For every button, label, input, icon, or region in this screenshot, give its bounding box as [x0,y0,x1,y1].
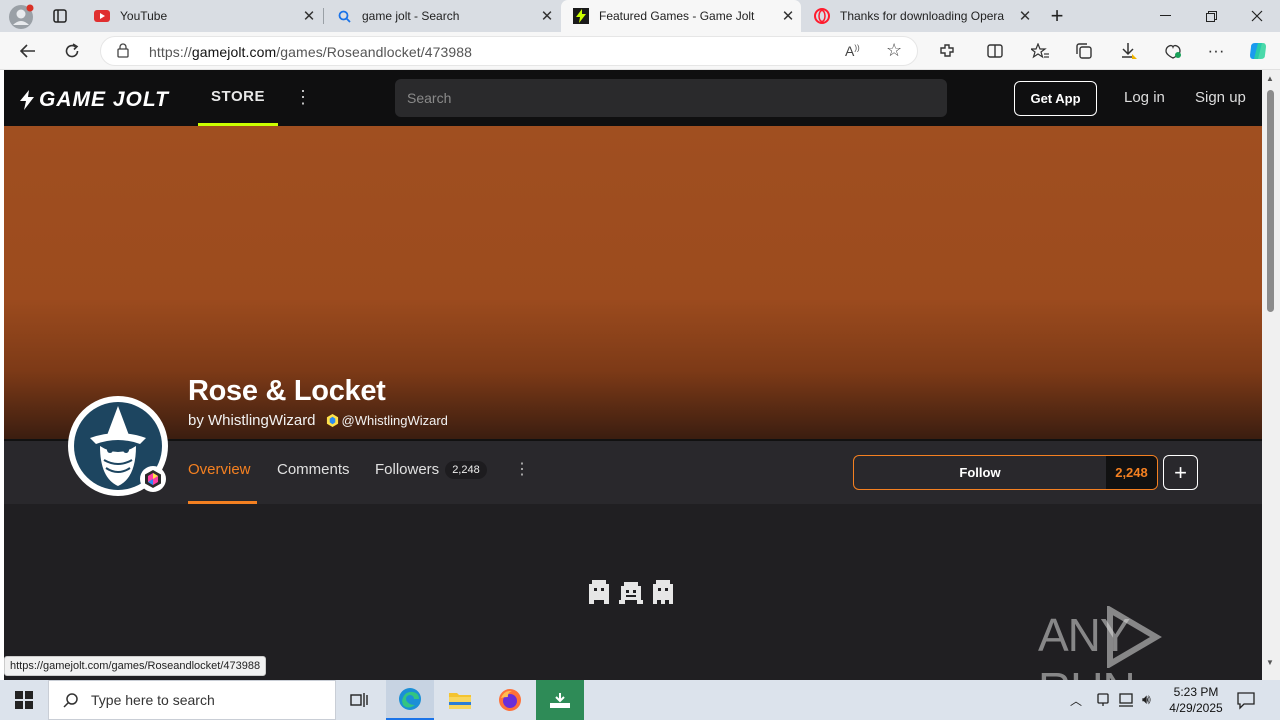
lock-icon[interactable] [117,43,129,63]
clock-date: 4/29/2025 [1169,701,1223,715]
favorite-star-icon[interactable]: ☆ [886,40,902,61]
refresh-icon[interactable] [58,37,86,65]
gamejolt-creator-badge [140,466,166,492]
tab-followers[interactable]: Followers 2,248 [375,461,487,479]
developer-name-link[interactable]: by WhistlingWizard [188,412,316,429]
hexagon-badge-icon [145,470,161,488]
search-icon [336,8,352,24]
downloads-icon[interactable] [1115,37,1143,65]
play-triangle-icon [1107,606,1162,668]
task-view-icon[interactable] [336,680,384,720]
taskbar-search-box[interactable]: Type here to search [48,680,336,720]
browser-tab-strip: YouTube ✕ game jolt - Search ✕ Featured … [0,0,1280,32]
follow-count: 2,248 [1106,456,1157,489]
url-path: /games/Roseandlocket/473988 [276,44,473,60]
clock-time: 5:23 PM [1173,685,1219,699]
close-tab-icon[interactable]: ✕ [296,7,322,25]
tab-title: game jolt - Search [362,9,460,23]
browser-toolbar: https://gamejolt.com/games/Roseandlocket… [0,32,1280,70]
show-hidden-icons-icon[interactable]: ︿ [1070,692,1082,709]
youtube-icon [94,8,110,24]
developer-handle-link[interactable]: @WhistlingWizard [326,413,448,428]
gamejolt-logo[interactable]: GAME JOLT [18,88,169,112]
edge-taskbar-icon[interactable] [386,680,434,720]
active-tab-indicator [188,501,257,504]
scroll-down-icon[interactable]: ▼ [1266,658,1274,667]
split-screen-icon[interactable] [981,37,1009,65]
close-window-icon[interactable] [1234,0,1280,32]
network-device-icon[interactable] [1095,692,1111,713]
settings-more-icon[interactable]: ··· [1202,37,1230,65]
back-icon[interactable] [14,37,42,65]
scroll-up-icon[interactable]: ▲ [1266,74,1274,83]
loading-ghosts-icon [586,578,682,613]
address-bar[interactable]: https://gamejolt.com/games/Roseandlocket… [100,36,918,66]
close-tab-icon[interactable]: ✕ [775,7,801,25]
follow-button[interactable]: Follow 2,248 [853,455,1158,490]
tab-youtube[interactable]: YouTube ✕ [82,0,322,32]
add-to-playlist-button[interactable]: + [1163,455,1198,490]
system-clock[interactable]: 5:23 PM 4/29/2025 [1168,684,1224,716]
url-domain: gamejolt.com [191,44,277,60]
more-options-icon[interactable]: ⋮ [514,459,530,479]
new-tab-icon[interactable]: + [1044,3,1070,28]
read-aloud-icon[interactable]: A)) [845,43,860,59]
scroll-thumb[interactable] [1267,90,1274,312]
tab-title: Featured Games - Game Jolt [599,9,755,23]
signup-link[interactable]: Sign up [1195,89,1246,106]
tab-overview[interactable]: Overview [188,461,251,478]
handle-text: @WhistlingWizard [341,413,448,428]
game-subnav: Overview Comments Followers 2,248 ⋮ Follo… [4,441,1262,504]
close-tab-icon[interactable]: ✕ [534,7,560,25]
more-menu-icon[interactable]: ⋮ [293,86,313,108]
url-text: https://gamejolt.com/games/Roseandlocket… [149,44,472,60]
tab-title: Thanks for downloading Opera [840,9,1005,23]
site-search-input[interactable] [395,79,947,117]
url-prefix: https:// [149,44,192,60]
tab-actions-icon[interactable] [48,4,72,28]
copilot-icon[interactable] [1244,37,1272,65]
browser-essentials-icon[interactable] [1159,37,1187,65]
gamejolt-icon [573,8,589,24]
lightning-icon [20,90,34,110]
tab-title: YouTube [120,9,168,23]
login-link[interactable]: Log in [1124,89,1165,106]
restore-icon[interactable] [1188,0,1234,32]
followers-count-badge: 2,248 [445,461,487,479]
site-header: GAME JOLT STORE ⋮ Get App Log in Sign up [4,70,1262,126]
installer-app-icon[interactable] [536,680,584,720]
page-scrollbar[interactable]: ▲ ▼ [1262,70,1280,680]
minimize-icon[interactable] [1142,0,1188,32]
network-icon[interactable] [1118,692,1136,713]
anyrun-watermark: ANY RUN [1038,606,1262,680]
get-app-button[interactable]: Get App [1014,81,1097,116]
tab-comments[interactable]: Comments [277,461,350,478]
notifications-icon[interactable] [1236,690,1256,715]
verified-badge-icon [326,414,338,427]
followers-label: Followers [375,461,440,478]
close-tab-icon[interactable]: ✕ [1012,7,1038,25]
firefox-icon[interactable] [486,680,534,720]
follow-label: Follow [959,465,1001,480]
opera-icon [814,8,830,24]
collections-icon[interactable] [1070,37,1098,65]
profile-avatar-icon[interactable] [8,4,34,30]
search-icon [63,693,78,708]
file-explorer-icon[interactable] [436,680,484,720]
game-title: Rose & Locket [188,375,386,407]
tab-opera[interactable]: Thanks for downloading Opera ✕ [802,0,1038,32]
windows-taskbar: Type here to search ︿ 🔊︎ 5:23 PM 4/29/20… [0,680,1280,720]
tab-search[interactable]: game jolt - Search ✕ [324,0,560,32]
tab-gamejolt[interactable]: Featured Games - Game Jolt ✕ [561,0,801,32]
gamejolt-page: GAME JOLT STORE ⋮ Get App Log in Sign up… [4,70,1262,680]
windows-start-icon[interactable] [0,680,48,720]
store-nav-link[interactable]: STORE [198,70,278,126]
game-developer-line: by WhistlingWizard @WhistlingWizard [188,412,448,429]
extensions-icon[interactable] [933,37,961,65]
taskbar-search-placeholder: Type here to search [91,692,215,708]
volume-icon[interactable]: 🔊︎ [1142,691,1151,708]
status-bar-url: https://gamejolt.com/games/Roseandlocket… [4,656,267,676]
logo-text: GAME JOLT [39,88,169,111]
favorites-icon[interactable] [1026,37,1054,65]
